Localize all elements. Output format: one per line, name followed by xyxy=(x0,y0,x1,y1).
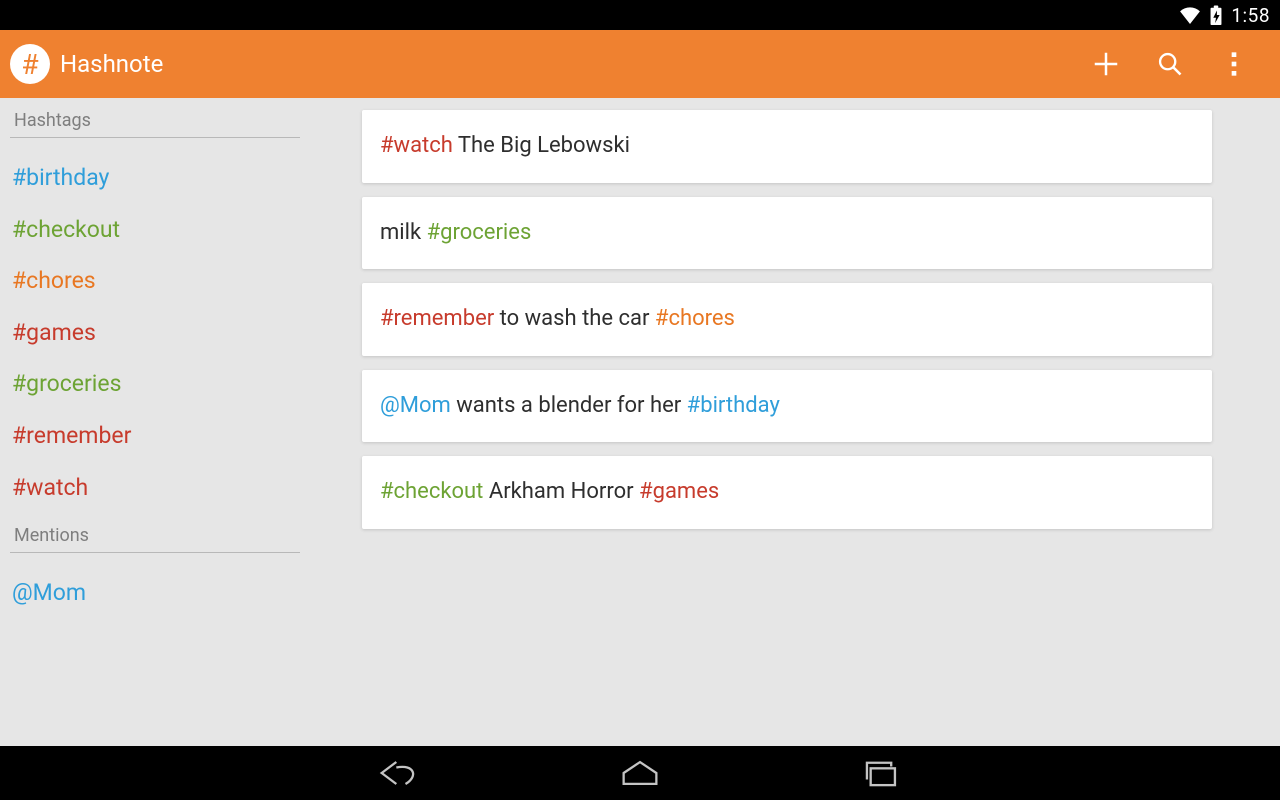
note-card[interactable]: @Mom wants a blender for her #birthday xyxy=(362,370,1212,443)
home-icon xyxy=(620,758,660,788)
app-logo-glyph: # xyxy=(21,48,38,81)
nav-back-button[interactable] xyxy=(370,753,430,793)
note-text: The Big Lebowski xyxy=(453,133,630,158)
note-card[interactable]: #checkout Arkham Horror #games xyxy=(362,456,1212,529)
nav-recents-button[interactable] xyxy=(850,753,910,793)
note-text: wants a blender for her xyxy=(451,393,687,418)
sidebar-hashtag-item[interactable]: #birthday xyxy=(10,152,300,204)
sidebar-hashtag-item[interactable]: #chores xyxy=(10,255,300,307)
plus-icon xyxy=(1091,49,1121,79)
app-logo-icon[interactable]: # xyxy=(10,44,50,84)
sidebar-hashtag-item[interactable]: #watch xyxy=(10,462,300,514)
note-card[interactable]: #remember to wash the car #chores xyxy=(362,283,1212,356)
recents-icon xyxy=(861,759,899,787)
sidebar: Hashtags #birthday#checkout#chores#games… xyxy=(0,98,310,746)
sidebar-hashtag-item[interactable]: #games xyxy=(10,307,300,359)
wifi-icon xyxy=(1179,6,1201,24)
search-button[interactable] xyxy=(1138,30,1202,98)
notes-list: #watch The Big Lebowski milk #groceries #r… xyxy=(310,98,1280,746)
note-text: to wash the car xyxy=(494,306,655,331)
note-text: Arkham Horror xyxy=(483,479,639,504)
note-card[interactable]: milk #groceries xyxy=(362,197,1212,270)
search-icon xyxy=(1156,50,1184,78)
sidebar-hashtag-item[interactable]: #checkout xyxy=(10,204,300,256)
app-title: Hashnote xyxy=(60,50,1074,78)
note-card[interactable]: #watch The Big Lebowski xyxy=(362,110,1212,183)
sidebar-hashtags-header: Hashtags xyxy=(10,104,300,138)
status-clock: 1:58 xyxy=(1231,4,1270,27)
note-tag: @Mom xyxy=(380,393,451,418)
android-status-bar: 1:58 xyxy=(0,0,1280,30)
back-icon xyxy=(378,758,422,788)
overflow-icon xyxy=(1230,50,1238,78)
note-tag: #remember xyxy=(380,306,494,331)
nav-home-button[interactable] xyxy=(610,753,670,793)
sidebar-mentions-header: Mentions xyxy=(10,519,300,553)
add-note-button[interactable] xyxy=(1074,30,1138,98)
overflow-menu-button[interactable] xyxy=(1202,30,1266,98)
android-nav-bar xyxy=(0,746,1280,800)
sidebar-hashtag-item[interactable]: #groceries xyxy=(10,358,300,410)
note-tag: #chores xyxy=(655,306,735,331)
app-action-bar: # Hashnote xyxy=(0,30,1280,98)
note-tag: #games xyxy=(639,479,719,504)
sidebar-mention-item[interactable]: @Mom xyxy=(10,567,300,619)
note-tag: #watch xyxy=(380,133,453,158)
note-tag: #groceries xyxy=(427,220,532,245)
sidebar-hashtag-item[interactable]: #remember xyxy=(10,410,300,462)
battery-charging-icon xyxy=(1209,5,1223,25)
note-text: milk xyxy=(380,220,427,245)
note-tag: #checkout xyxy=(380,479,483,504)
note-tag: #birthday xyxy=(687,393,780,418)
